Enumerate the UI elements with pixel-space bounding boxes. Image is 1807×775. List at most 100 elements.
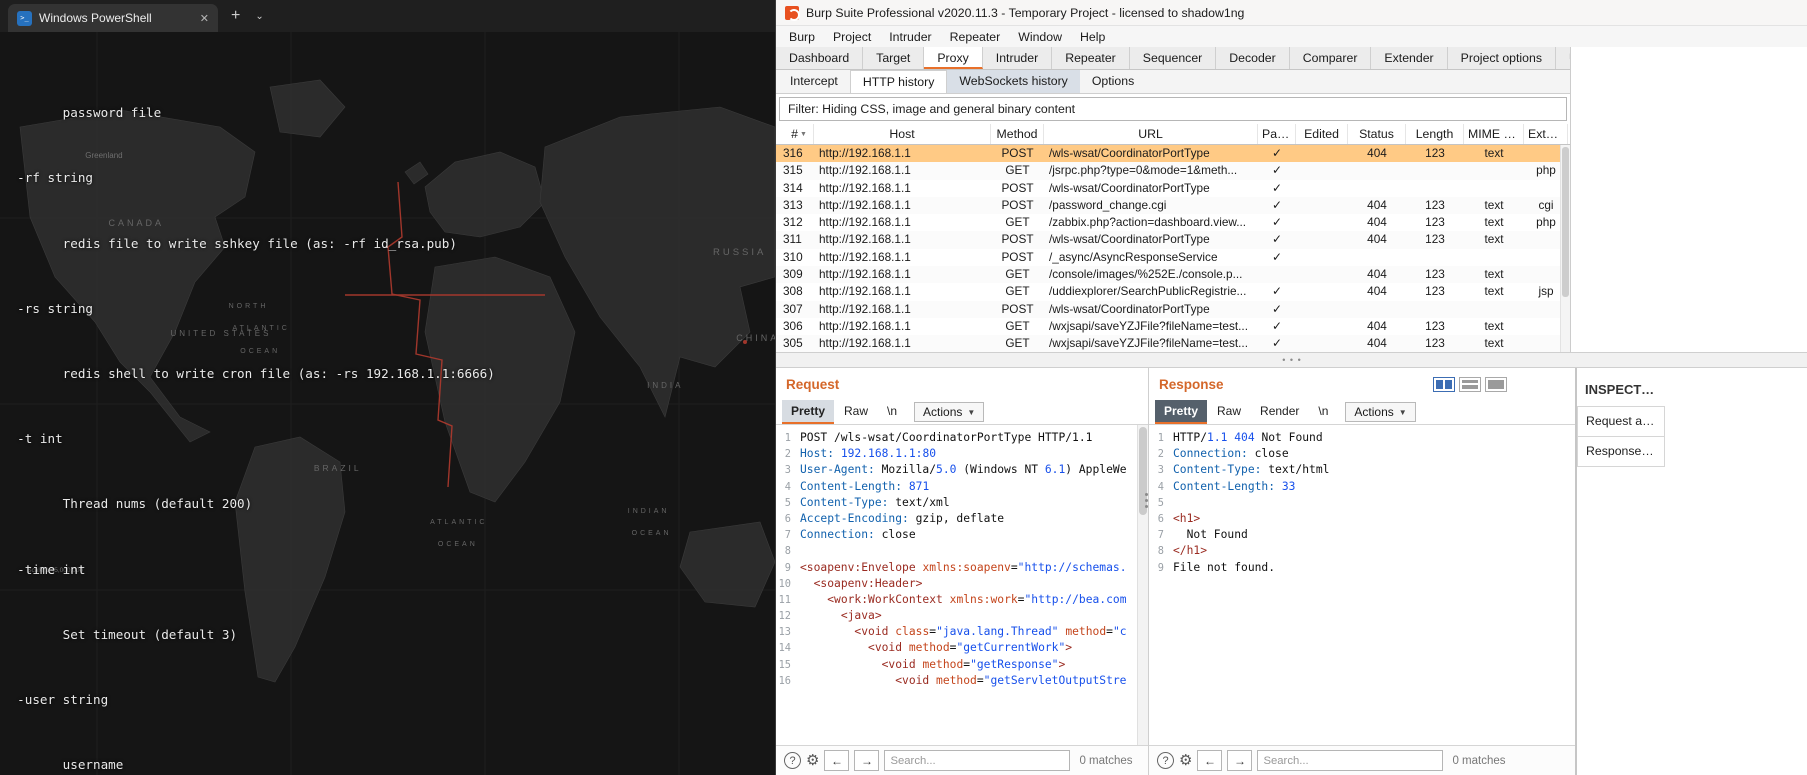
column-header[interactable]: Method — [991, 124, 1044, 144]
menu-item[interactable]: Help — [1071, 28, 1114, 46]
editor-view-tab[interactable]: Raw — [835, 400, 877, 424]
editor-view-tab[interactable]: Render — [1251, 400, 1308, 424]
response-search-input[interactable] — [1257, 750, 1444, 771]
prev-match-button[interactable]: ← — [1197, 750, 1223, 771]
column-header[interactable]: URL — [1044, 124, 1258, 144]
main-tab[interactable]: Extender — [1371, 47, 1448, 69]
column-header[interactable]: Status — [1348, 124, 1406, 144]
menu-item[interactable]: Window — [1009, 28, 1071, 46]
response-editor[interactable]: 1 HTTP/1.1 404 Not Found 2 Connection: c… — [1149, 425, 1575, 745]
gear-icon[interactable]: ⚙ — [806, 753, 819, 768]
main-tab[interactable]: Dashboard — [776, 47, 864, 69]
main-tab[interactable]: Decoder — [1216, 47, 1290, 69]
terminal-tab[interactable]: >_ Windows PowerShell ✕ — [8, 4, 218, 32]
menu-item[interactable]: Project — [824, 28, 880, 46]
cell-params-check: ✓ — [1272, 232, 1282, 247]
request-actions-button[interactable]: Actions ▼ — [914, 402, 985, 422]
terminal-body[interactable]: Greenland CANADA UNITED STATES NORTH ATL… — [0, 32, 775, 775]
next-match-button[interactable]: → — [854, 750, 880, 771]
prev-match-button[interactable]: ← — [824, 750, 850, 771]
request-scrollbar[interactable] — [1137, 425, 1148, 745]
cell-mime-type — [1464, 180, 1524, 197]
layout-columns-button[interactable] — [1433, 376, 1455, 392]
help-icon[interactable]: ? — [1157, 752, 1174, 769]
tab-dropdown-icon[interactable]: ⌄ — [255, 11, 263, 22]
layout-rows-button[interactable] — [1459, 376, 1481, 392]
menu-item[interactable]: Burp — [780, 28, 824, 46]
burp-menubar: Burp Project Intruder Repeater Window He… — [776, 26, 1807, 47]
request-editor[interactable]: 1 POST /wls-wsat/CoordinatorPortType HTT… — [776, 425, 1148, 745]
main-tab[interactable]: Project options — [1448, 47, 1556, 69]
editor-view-tab[interactable]: \n — [1309, 400, 1337, 424]
http-history-row[interactable]: 314 http://192.168.1.1 POST /wls-wsat/Co… — [776, 180, 1570, 197]
column-header[interactable]: Params — [1258, 124, 1296, 144]
new-tab-button[interactable]: + — [231, 7, 240, 25]
cell-url: /wls-wsat/CoordinatorPortType — [1049, 146, 1210, 160]
http-history-row[interactable]: 315 http://192.168.1.1 GET /jsrpc.php?ty… — [776, 162, 1570, 180]
editor-line: 8 — [776, 543, 1148, 559]
http-history-row[interactable]: 311 http://192.168.1.1 POST /wls-wsat/Co… — [776, 231, 1570, 249]
response-actions-button[interactable]: Actions ▼ — [1345, 402, 1416, 422]
column-header[interactable]: Length — [1406, 124, 1464, 144]
column-header[interactable]: Extension — [1524, 124, 1568, 144]
layout-single-button[interactable] — [1485, 376, 1507, 392]
cell-mime-type: text — [1484, 284, 1504, 299]
editor-view-tab[interactable]: \n — [878, 400, 906, 424]
history-filter-bar[interactable]: Filter: Hiding CSS, image and general bi… — [779, 97, 1567, 121]
editor-view-tab[interactable]: Pretty — [782, 400, 835, 424]
http-history-row[interactable]: 308 http://192.168.1.1 GET /uddiexplorer… — [776, 283, 1570, 300]
column-header[interactable]: Host — [814, 124, 991, 144]
proxy-sub-tab[interactable]: Intercept — [778, 70, 850, 93]
cell-edited — [1296, 197, 1348, 214]
cell-method: POST — [1001, 197, 1034, 212]
main-tab[interactable]: Target — [863, 47, 925, 69]
http-history-row[interactable]: 309 http://192.168.1.1 GET /console/imag… — [776, 266, 1570, 284]
main-tab[interactable]: Repeater — [1052, 47, 1130, 69]
map-label: CHINA — [736, 332, 775, 343]
menu-item[interactable]: Intruder — [880, 28, 940, 46]
cell-url: /console/images/%252E./console.p... — [1049, 267, 1243, 282]
http-history-row[interactable]: 306 http://192.168.1.1 GET /wxjsapi/save… — [776, 318, 1570, 335]
http-history-row[interactable]: 312 http://192.168.1.1 GET /zabbix.php?a… — [776, 214, 1570, 231]
line-code: Content-Type: text/html — [1173, 463, 1330, 477]
cell-host: http://192.168.1.1 — [819, 249, 911, 264]
table-scrollbar[interactable] — [1560, 145, 1570, 352]
cell-length — [1406, 162, 1464, 179]
main-tab[interactable]: Comparer — [1290, 47, 1372, 69]
main-tab[interactable]: Proxy — [924, 47, 983, 69]
request-search-input[interactable] — [884, 750, 1071, 771]
http-history-row[interactable]: 305 http://192.168.1.1 GET /wxjsapi/save… — [776, 335, 1570, 353]
inspector-section[interactable]: Request attributes — [1577, 406, 1665, 437]
column-header[interactable]: # — [776, 124, 814, 144]
http-history-row[interactable]: 307 http://192.168.1.1 POST /wls-wsat/Co… — [776, 300, 1570, 318]
cell-edited — [1296, 162, 1348, 179]
table-scrollbar-thumb[interactable] — [1562, 147, 1569, 297]
splitter-grip-icon[interactable] — [776, 352, 1807, 368]
http-history-row[interactable]: 310 http://192.168.1.1 POST /_async/Asyn… — [776, 249, 1570, 266]
editor-view-tab[interactable]: Raw — [1208, 400, 1250, 424]
editor-view-tab[interactable]: Pretty — [1155, 400, 1208, 424]
close-tab-icon[interactable]: ✕ — [200, 12, 209, 25]
menu-item[interactable]: Repeater — [941, 28, 1010, 46]
cell-params-check: ✓ — [1272, 215, 1282, 230]
main-tab[interactable]: Intruder — [983, 47, 1053, 69]
gear-icon[interactable]: ⚙ — [1179, 753, 1192, 768]
column-header[interactable]: MIME type — [1464, 124, 1524, 144]
terminal-line: username — [2, 757, 124, 773]
http-history-row[interactable]: 313 http://192.168.1.1 POST /password_ch… — [776, 196, 1570, 215]
terminal-line: Thread nums (default 200) — [2, 496, 253, 512]
http-history-row[interactable]: 316 http://192.168.1.1 POST /wls-wsat/Co… — [776, 145, 1570, 163]
line-number: 7 — [784, 529, 791, 542]
cell-length: 123 — [1425, 215, 1445, 230]
next-match-button[interactable]: → — [1227, 750, 1253, 771]
help-icon[interactable]: ? — [784, 752, 801, 769]
inspector-section[interactable]: Response attributes — [1577, 436, 1665, 467]
cell-status — [1348, 180, 1406, 197]
line-number: 11 — [778, 593, 791, 606]
proxy-sub-tab[interactable]: HTTP history — [849, 70, 948, 93]
main-tab[interactable]: Sequencer — [1130, 47, 1217, 69]
proxy-sub-tab[interactable]: Options — [1080, 70, 1146, 93]
main-tab[interactable]: User options — [1556, 47, 1570, 69]
column-header[interactable]: Edited — [1296, 124, 1348, 144]
proxy-sub-tab[interactable]: WebSockets history — [947, 70, 1080, 93]
